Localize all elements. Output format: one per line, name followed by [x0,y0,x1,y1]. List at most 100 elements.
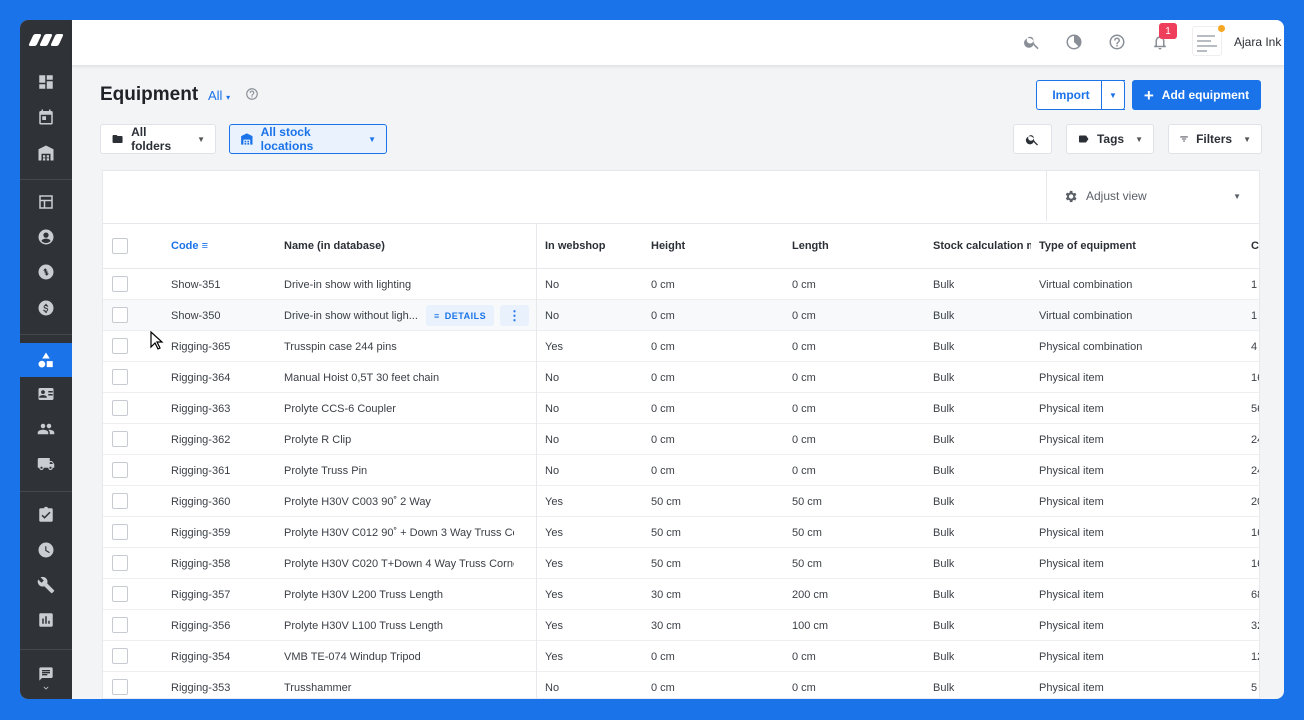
cell-height: 0 cm [651,434,675,446]
details-button[interactable]: ≡ DETAILS [426,305,495,326]
status-dot [1218,25,1225,32]
table-row[interactable]: Rigging-361 Prolyte Truss Pin No 0 cm 0 cm Bu… [103,455,1259,486]
sync-icon[interactable] [20,255,72,289]
app-logo[interactable] [28,33,64,47]
cell-height: 50 cm [651,527,681,539]
col-stock-header[interactable]: Stock calculation m [933,240,1031,252]
table-icon[interactable] [20,185,72,219]
warehouse-icon[interactable] [20,136,72,170]
cell-webshop: Yes [545,341,563,353]
report-chart-icon[interactable] [20,603,72,637]
row-checkbox[interactable] [112,617,128,633]
row-checkbox[interactable] [112,679,128,695]
row-checkbox[interactable] [112,369,128,385]
caret-down-icon: ▼ [1233,191,1241,201]
table-row[interactable]: Rigging-364 Manual Hoist 0,5T 30 feet cha… [103,362,1259,393]
truck-icon[interactable] [20,447,72,481]
table-row[interactable]: Rigging-353 Trusshammer No 0 cm 0 cm Bulk Phys… [103,672,1259,698]
select-all-checkbox[interactable] [112,238,128,254]
adjust-view-dropdown[interactable]: Adjust view ▼ [1046,171,1259,221]
table-row[interactable]: Rigging-354 VMB TE-074 Windup Tripod Yes 0 … [103,641,1259,672]
table-row[interactable]: Rigging-359 Prolyte H30V C012 90˚ + Down … [103,517,1259,548]
plus-icon: + [1143,85,1154,105]
sidebar-footer[interactable] [20,660,72,699]
details-list-icon: ≡ [434,310,440,321]
col-length-header[interactable]: Length [792,240,829,252]
col-webshop-header[interactable]: In webshop [545,240,606,252]
clock-icon[interactable] [20,533,72,567]
row-checkbox[interactable] [112,400,128,416]
add-equipment-button[interactable]: + Add equipment [1132,80,1261,110]
cell-length: 50 cm [792,558,822,570]
cell-name: Manual Hoist 0,5T 30 feet chain [284,372,440,384]
people-icon[interactable] [20,412,72,446]
table-search-button[interactable] [1013,124,1052,154]
view-selector[interactable]: All ▾ [208,88,230,103]
contact-icon[interactable] [20,220,72,254]
folders-filter[interactable]: All folders ▼ [100,124,216,154]
table-row[interactable]: Rigging-365 Trusspin case 244 pins Yes 0 cm… [103,331,1259,362]
cell-extra: 1 [1251,310,1258,322]
caret-down-icon: ▼ [1135,134,1143,144]
stock-locations-filter[interactable]: All stock locations ▼ [229,124,387,154]
page-help-icon[interactable] [245,87,259,106]
col-name-header[interactable]: Name (in database) [284,240,385,252]
cell-webshop: No [545,434,560,446]
row-checkbox[interactable] [112,276,128,292]
calendar-icon[interactable] [20,100,72,134]
col-height-header[interactable]: Height [651,240,685,252]
dollar-icon[interactable] [20,291,72,325]
col-type-header[interactable]: Type of equipment [1039,240,1136,252]
dashboard-icon[interactable] [20,65,72,99]
row-checkbox[interactable] [112,555,128,571]
cell-code: Rigging-354 [171,651,231,663]
table-row[interactable]: Rigging-356 Prolyte H30V L100 Truss Lengt… [103,610,1259,641]
table-row[interactable]: Rigging-358 Prolyte H30V C020 T+Down 4 Wa… [103,548,1259,579]
tags-filter[interactable]: Tags ▼ [1066,124,1154,154]
row-checkbox[interactable] [112,648,128,664]
filters-button[interactable]: Filters ▼ [1168,124,1262,154]
row-checkbox[interactable] [112,307,128,323]
table-row[interactable]: Rigging-362 Prolyte R Clip No 0 cm 0 cm Bulk P… [103,424,1259,455]
table-row[interactable]: Rigging-363 Prolyte CCS-6 Coupler No 0 cm 0 … [103,393,1259,424]
table-row[interactable]: Rigging-360 Prolyte H30V C003 90˚ 2 Way Ye… [103,486,1259,517]
cell-length: 100 cm [792,620,829,632]
cell-type: Physical item [1039,372,1104,384]
id-card-icon[interactable] [20,377,72,411]
table-row[interactable]: Rigging-357 Prolyte H30V L200 Truss Lengt… [103,579,1259,610]
cell-height: 0 cm [651,310,675,322]
activity-icon[interactable] [1063,31,1085,53]
cell-stock: Bulk [933,682,955,694]
cell-height: 0 cm [651,279,675,291]
col-code-header[interactable]: Code ≡ [171,240,208,252]
wrench-icon[interactable] [20,568,72,602]
row-checkbox[interactable] [112,431,128,447]
help-icon[interactable] [1106,31,1128,53]
org-logo-avatar[interactable] [1192,25,1225,56]
cell-name: Prolyte R Clip [284,434,352,446]
row-checkbox[interactable] [112,524,128,540]
col-extra-header[interactable]: Cu [1251,240,1259,252]
gear-icon [1065,190,1077,202]
cell-extra: 4 [1251,341,1258,353]
table-row[interactable]: Show-351 Drive-in show with lighting No 0 c… [103,269,1259,300]
org-name[interactable]: Ajara Ink [1234,35,1281,49]
cell-height: 0 cm [651,372,675,384]
sidebar [20,20,72,699]
cell-extra: 12 [1251,651,1259,663]
search-icon[interactable] [1021,31,1043,53]
cell-length: 200 cm [792,589,829,601]
row-checkbox[interactable] [112,338,128,354]
row-checkbox[interactable] [112,462,128,478]
cell-name: Prolyte H30V C012 90˚ + Down 3 Way Truss… [284,527,514,539]
import-dropdown-button[interactable]: ▼ [1101,80,1125,110]
task-check-icon[interactable] [20,498,72,532]
cell-code: Rigging-353 [171,682,231,694]
more-vert-icon[interactable]: ⋮ [500,305,529,326]
table-row[interactable]: Show-350 Drive-in show without ligh... No 0… [103,300,1259,331]
equipment-shapes-icon[interactable] [20,343,72,377]
row-checkbox[interactable] [112,493,128,509]
caret-down-icon: ▼ [197,134,205,144]
row-checkbox[interactable] [112,586,128,602]
cell-stock: Bulk [933,310,955,322]
